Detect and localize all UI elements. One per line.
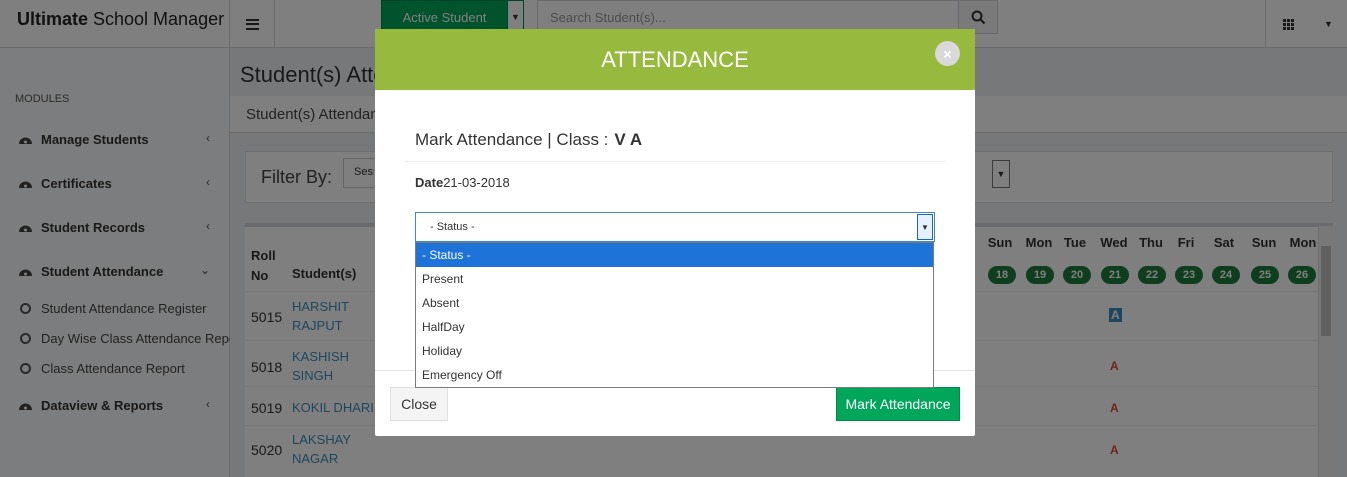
chevron-down-icon[interactable]: ▼ [917,214,933,240]
date-value: 21-03-2018 [443,175,510,190]
status-option[interactable]: HalfDay [416,315,933,339]
status-option[interactable]: Holiday [416,339,933,363]
status-option[interactable]: - Status - [416,243,933,267]
status-dropdown-list: - Status - Present Absent HalfDay Holida… [415,242,934,388]
attendance-date: Date21-03-2018 [415,175,510,190]
modal-subtitle: Mark Attendance | Class : V A [415,130,642,150]
status-select[interactable]: - Status - ▼ [415,212,935,242]
status-option[interactable]: Emergency Off [416,363,933,387]
mark-attendance-button[interactable]: Mark Attendance [836,387,960,421]
modal-header: ATTENDANCE [375,29,975,90]
close-icon[interactable]: × [935,41,960,66]
class-name: V A [614,130,643,149]
modal-title: ATTENDANCE [601,46,749,72]
status-option[interactable]: Absent [416,291,933,315]
subtitle-prefix: Mark Attendance | Class : [415,130,609,149]
divider [405,161,945,162]
status-option[interactable]: Present [416,267,933,291]
date-label: Date [415,175,444,190]
close-button[interactable]: Close [390,387,448,421]
status-select-value: - Status - [430,221,475,233]
